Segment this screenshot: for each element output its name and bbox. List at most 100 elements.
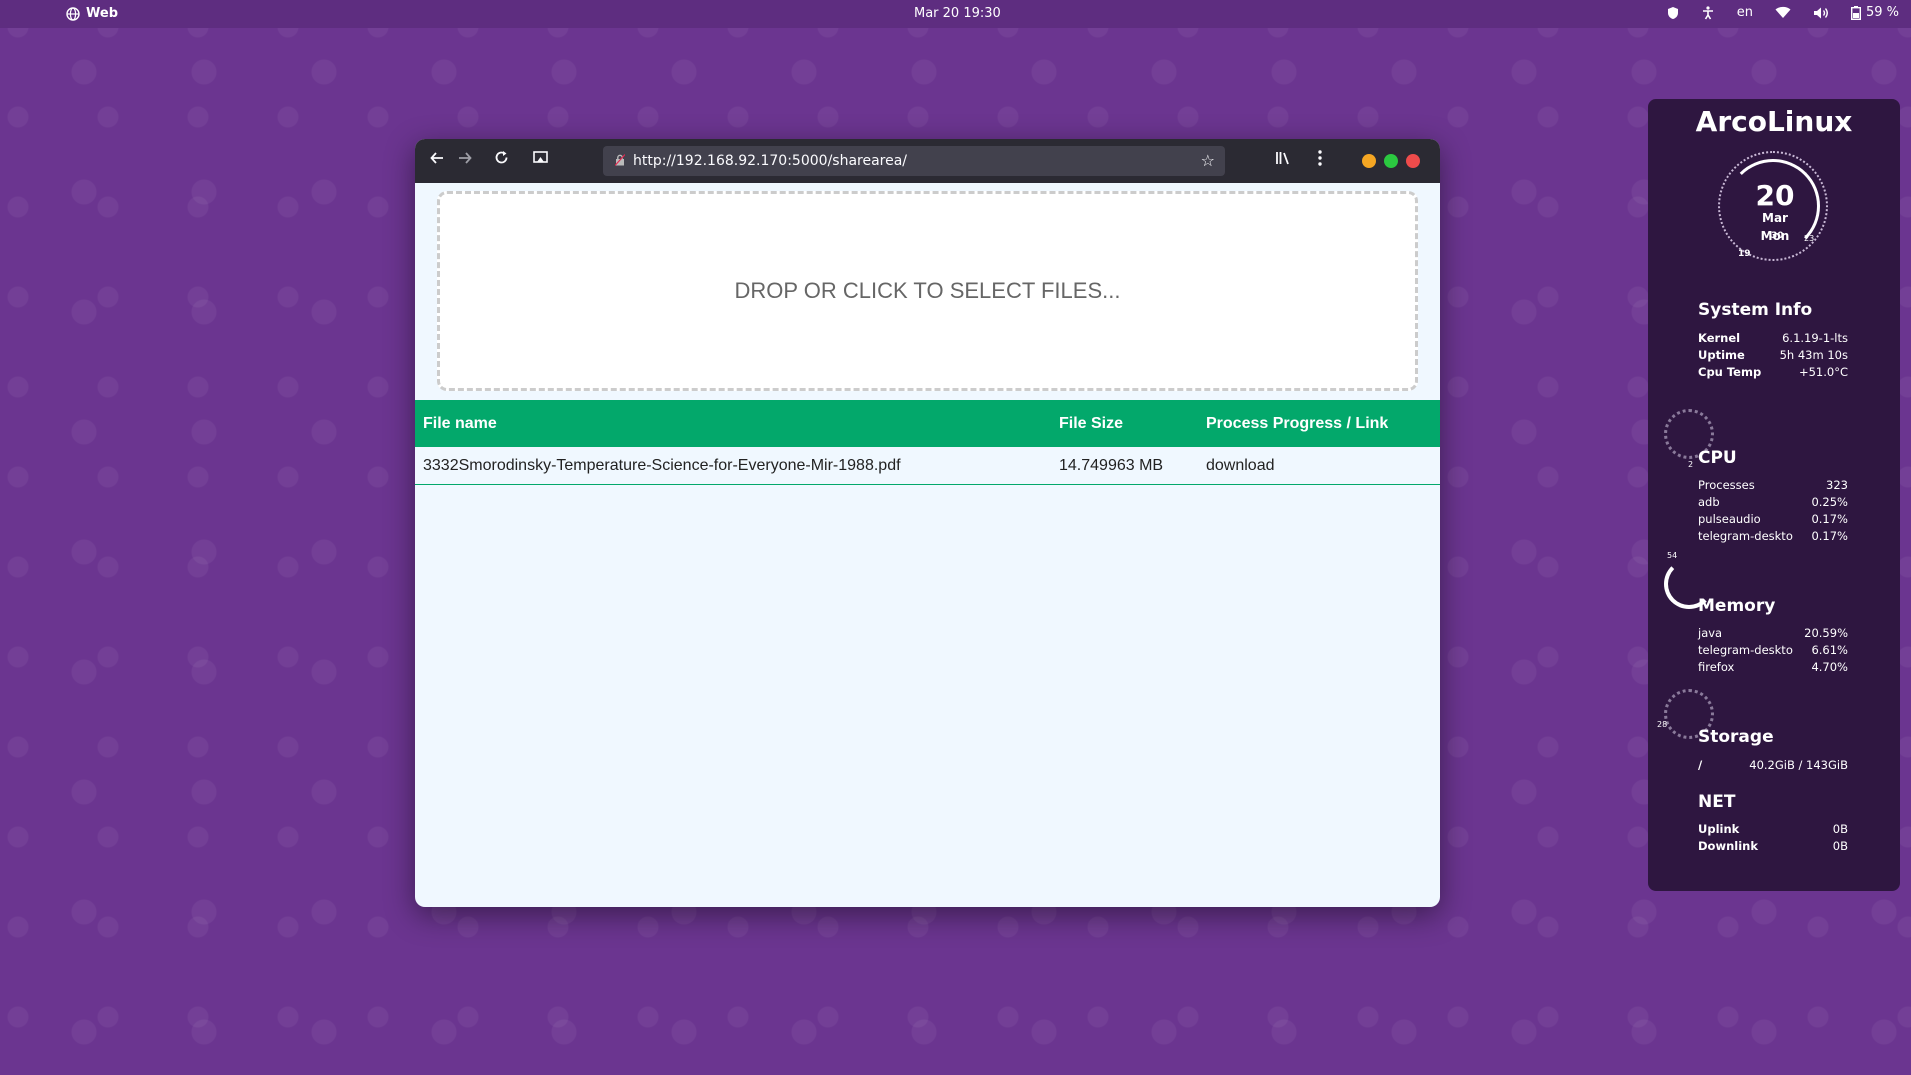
- kv-key: /: [1698, 758, 1703, 772]
- app-menu-button[interactable]: [1309, 150, 1331, 172]
- kv-value: 0.17%: [1811, 512, 1848, 526]
- uplink-row: Uplink 0B: [1698, 822, 1848, 836]
- system-info-heading: System Info: [1698, 300, 1813, 320]
- shield-icon[interactable]: [1667, 6, 1679, 20]
- volume-icon[interactable]: [1813, 6, 1829, 20]
- screenshot-button[interactable]: [529, 150, 551, 172]
- storage-row: / 40.2GiB / 143GiB: [1698, 758, 1848, 772]
- system-tray: en 59 %: [1667, 5, 1899, 20]
- kv-value: +51.0°C: [1798, 365, 1848, 379]
- battery-percent: 59 %: [1865, 5, 1899, 20]
- url-text: http://192.168.92.170:5000/sharearea/: [633, 153, 908, 169]
- files-table: File name File Size Process Progress / L…: [415, 400, 1440, 485]
- processes-row: Processes 323: [1698, 478, 1848, 492]
- reload-button[interactable]: [490, 150, 512, 172]
- memory-heading: Memory: [1698, 596, 1776, 616]
- conky-title: ArcoLinux: [1695, 105, 1853, 138]
- forward-arrow-icon: [459, 152, 472, 164]
- globe-icon: [66, 6, 80, 21]
- kv-value: 20.59%: [1804, 626, 1848, 640]
- kv-key: telegram-deskto: [1698, 529, 1793, 543]
- kv-value: 0.25%: [1811, 495, 1848, 509]
- cpu-temp-row: Cpu Temp +51.0°C: [1698, 365, 1848, 379]
- date-month: Mar: [1762, 211, 1788, 225]
- keyboard-language[interactable]: en: [1737, 5, 1753, 20]
- storage-heading: Storage: [1698, 727, 1774, 747]
- kv-key: java: [1698, 626, 1723, 640]
- library-button[interactable]: [1272, 150, 1294, 172]
- library-icon: [1276, 152, 1289, 165]
- maximize-button[interactable]: [1384, 154, 1398, 168]
- close-button[interactable]: [1406, 154, 1420, 168]
- kv-value: 5h 43m 10s: [1779, 348, 1848, 362]
- accessibility-icon[interactable]: [1701, 5, 1715, 20]
- browser-toolbar: http://192.168.92.170:5000/sharearea/ ☆: [415, 139, 1440, 183]
- cpu-proc-row: telegram-deskto 0.17%: [1698, 529, 1848, 543]
- kv-key: Downlink: [1698, 839, 1758, 853]
- kv-key: adb: [1698, 495, 1720, 509]
- bookmark-star-icon[interactable]: ☆: [1201, 151, 1215, 170]
- minimize-button[interactable]: [1362, 154, 1376, 168]
- browser-window: http://192.168.92.170:5000/sharearea/ ☆ …: [415, 139, 1440, 907]
- kv-key: Processes: [1698, 478, 1755, 492]
- kv-key: firefox: [1698, 660, 1735, 674]
- mem-proc-row: java 20.59%: [1698, 626, 1848, 640]
- kv-key: Cpu Temp: [1698, 365, 1762, 379]
- active-app-name: Web: [86, 6, 118, 21]
- file-size-cell: 14.749963 MB: [1059, 456, 1164, 474]
- ring-tick-right: 23: [1804, 234, 1815, 243]
- table-header: File name File Size Process Progress / L…: [415, 400, 1440, 447]
- kv-value: 0B: [1832, 822, 1848, 836]
- net-heading: NET: [1698, 792, 1736, 812]
- wifi-icon[interactable]: [1775, 6, 1791, 19]
- kv-key: pulseaudio: [1698, 512, 1761, 526]
- kv-key: Kernel: [1698, 331, 1741, 345]
- kv-value: 6.1.19-1-lts: [1782, 331, 1848, 345]
- mem-proc-row: telegram-deskto 6.61%: [1698, 643, 1848, 657]
- battery-icon: [1850, 5, 1861, 20]
- mem-proc-row: firefox 4.70%: [1698, 660, 1848, 674]
- kv-key: Uplink: [1698, 822, 1740, 836]
- header-progress-link: Process Progress / Link: [1206, 414, 1389, 432]
- panel-clock[interactable]: Mar 20 19:30: [914, 6, 1001, 21]
- cpu-gauge-label: 2: [1688, 460, 1694, 469]
- kv-value: 4.70%: [1811, 660, 1848, 674]
- top-panel: Web Mar 20 19:30 en 59 %: [0, 0, 1911, 28]
- forward-button[interactable]: [454, 150, 476, 172]
- kernel-row: Kernel 6.1.19-1-lts: [1698, 331, 1848, 345]
- kv-key: Uptime: [1698, 348, 1745, 362]
- header-file-name: File name: [423, 414, 497, 432]
- downlink-row: Downlink 0B: [1698, 839, 1848, 853]
- date-ring: 20 Mar Mon 19 30 23: [1718, 151, 1828, 261]
- kebab-menu-icon: [1318, 150, 1322, 166]
- screenshot-icon: [532, 151, 548, 163]
- uptime-row: Uptime 5h 43m 10s: [1698, 348, 1848, 362]
- back-arrow-icon: [430, 152, 443, 164]
- kv-value: 0B: [1832, 839, 1848, 853]
- date-day: 20: [1755, 179, 1795, 212]
- ring-tick-left: 19: [1738, 249, 1751, 259]
- conky-widget: ArcoLinux 20 Mar Mon 19 30 23 System Inf…: [1648, 99, 1900, 891]
- back-button[interactable]: [426, 150, 448, 172]
- table-row: 3332Smorodinsky-Temperature-Science-for-…: [415, 447, 1440, 485]
- cpu-proc-row: pulseaudio 0.17%: [1698, 512, 1848, 526]
- kv-value: 323: [1826, 478, 1848, 492]
- active-app-menu[interactable]: Web: [66, 6, 118, 21]
- address-bar[interactable]: http://192.168.92.170:5000/sharearea/ ☆: [603, 146, 1225, 176]
- dropzone-text: DROP OR CLICK TO SELECT FILES...: [734, 278, 1121, 303]
- header-file-size: File Size: [1059, 414, 1124, 432]
- download-link[interactable]: download: [1206, 457, 1275, 475]
- insecure-lock-icon[interactable]: [614, 153, 626, 169]
- storage-gauge-label: 28: [1657, 720, 1668, 729]
- kv-key: telegram-deskto: [1698, 643, 1793, 657]
- reload-icon: [495, 151, 507, 164]
- kv-value: 6.61%: [1811, 643, 1848, 657]
- kv-value: 0.17%: [1811, 529, 1848, 543]
- file-name-cell: 3332Smorodinsky-Temperature-Science-for-…: [423, 456, 901, 474]
- file-dropzone[interactable]: DROP OR CLICK TO SELECT FILES...: [437, 191, 1418, 391]
- kv-value: 40.2GiB / 143GiB: [1749, 758, 1848, 772]
- memory-gauge-label: 54: [1667, 551, 1678, 560]
- cpu-heading: CPU: [1698, 448, 1737, 468]
- battery-indicator[interactable]: 59 %: [1850, 5, 1899, 20]
- ring-tick-mid: 30: [1771, 231, 1784, 241]
